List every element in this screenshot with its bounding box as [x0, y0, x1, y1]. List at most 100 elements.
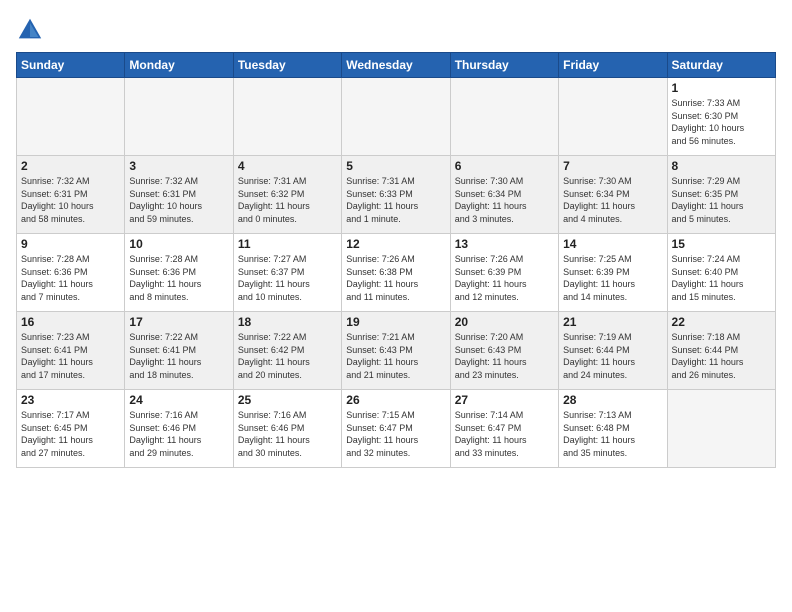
day-number: 3	[129, 159, 228, 173]
day-info: Sunrise: 7:16 AM Sunset: 6:46 PM Dayligh…	[129, 409, 228, 459]
calendar-cell: 26 Sunrise: 7:15 AM Sunset: 6:47 PM Dayli…	[342, 390, 450, 468]
calendar-week-row: 2 Sunrise: 7:32 AM Sunset: 6:31 PM Daylig…	[17, 156, 776, 234]
calendar-cell	[125, 78, 233, 156]
calendar-cell: 9 Sunrise: 7:28 AM Sunset: 6:36 PM Daylig…	[17, 234, 125, 312]
day-info: Sunrise: 7:21 AM Sunset: 6:43 PM Dayligh…	[346, 331, 445, 381]
day-info: Sunrise: 7:22 AM Sunset: 6:42 PM Dayligh…	[238, 331, 337, 381]
weekday-header: Friday	[559, 53, 667, 78]
calendar-cell: 18 Sunrise: 7:22 AM Sunset: 6:42 PM Dayli…	[233, 312, 341, 390]
day-info: Sunrise: 7:30 AM Sunset: 6:34 PM Dayligh…	[455, 175, 554, 225]
day-number: 18	[238, 315, 337, 329]
day-info: Sunrise: 7:23 AM Sunset: 6:41 PM Dayligh…	[21, 331, 120, 381]
calendar-cell: 2 Sunrise: 7:32 AM Sunset: 6:31 PM Daylig…	[17, 156, 125, 234]
calendar-cell: 15Sunrise: 7:24 AM Sunset: 6:40 PM Dayli…	[667, 234, 775, 312]
calendar-cell: 22 Sunrise: 7:18 AM Sunset: 6:44 PM Dayli…	[667, 312, 775, 390]
calendar-cell: 12 Sunrise: 7:26 AM Sunset: 6:38 PM Dayli…	[342, 234, 450, 312]
calendar-week-row: 1 Sunrise: 7:33 AM Sunset: 6:30 PM Daylig…	[17, 78, 776, 156]
day-number: 27	[455, 393, 554, 407]
day-info: Sunrise: 7:33 AM Sunset: 6:30 PM Dayligh…	[672, 97, 771, 147]
day-number: 6	[455, 159, 554, 173]
calendar-cell: 1 Sunrise: 7:33 AM Sunset: 6:30 PM Daylig…	[667, 78, 775, 156]
day-number: 12	[346, 237, 445, 251]
day-number: 8	[672, 159, 771, 173]
day-info: Sunrise: 7:15 AM Sunset: 6:47 PM Dayligh…	[346, 409, 445, 459]
calendar-cell	[17, 78, 125, 156]
calendar-cell: 5 Sunrise: 7:31 AM Sunset: 6:33 PM Daylig…	[342, 156, 450, 234]
day-info: Sunrise: 7:18 AM Sunset: 6:44 PM Dayligh…	[672, 331, 771, 381]
day-number: 14	[563, 237, 662, 251]
calendar-week-row: 16 Sunrise: 7:23 AM Sunset: 6:41 PM Dayli…	[17, 312, 776, 390]
day-number: 22	[672, 315, 771, 329]
day-info: Sunrise: 7:14 AM Sunset: 6:47 PM Dayligh…	[455, 409, 554, 459]
day-number: 4	[238, 159, 337, 173]
header	[16, 16, 776, 44]
day-number: 17	[129, 315, 228, 329]
day-info: Sunrise: 7:22 AM Sunset: 6:41 PM Dayligh…	[129, 331, 228, 381]
calendar-cell: 23 Sunrise: 7:17 AM Sunset: 6:45 PM Dayli…	[17, 390, 125, 468]
day-number: 10	[129, 237, 228, 251]
day-info: Sunrise: 7:17 AM Sunset: 6:45 PM Dayligh…	[21, 409, 120, 459]
calendar-cell	[559, 78, 667, 156]
calendar-cell: 8Sunrise: 7:29 AM Sunset: 6:35 PM Daylig…	[667, 156, 775, 234]
day-number: 13	[455, 237, 554, 251]
day-info: Sunrise: 7:30 AM Sunset: 6:34 PM Dayligh…	[563, 175, 662, 225]
day-info: Sunrise: 7:27 AM Sunset: 6:37 PM Dayligh…	[238, 253, 337, 303]
calendar-cell: 11 Sunrise: 7:27 AM Sunset: 6:37 PM Dayli…	[233, 234, 341, 312]
day-number: 19	[346, 315, 445, 329]
day-number: 23	[21, 393, 120, 407]
day-number: 24	[129, 393, 228, 407]
calendar-cell	[342, 78, 450, 156]
calendar-cell: 13 Sunrise: 7:26 AM Sunset: 6:39 PM Dayli…	[450, 234, 558, 312]
logo	[16, 16, 46, 44]
calendar-cell: 10 Sunrise: 7:28 AM Sunset: 6:36 PM Dayli…	[125, 234, 233, 312]
day-number: 1	[672, 81, 771, 95]
day-info: Sunrise: 7:16 AM Sunset: 6:46 PM Dayligh…	[238, 409, 337, 459]
calendar-cell: 3 Sunrise: 7:32 AM Sunset: 6:31 PM Daylig…	[125, 156, 233, 234]
calendar-cell: 7 Sunrise: 7:30 AM Sunset: 6:34 PM Daylig…	[559, 156, 667, 234]
calendar-cell: 6 Sunrise: 7:30 AM Sunset: 6:34 PM Daylig…	[450, 156, 558, 234]
calendar-week-row: 23 Sunrise: 7:17 AM Sunset: 6:45 PM Dayli…	[17, 390, 776, 468]
day-number: 5	[346, 159, 445, 173]
calendar-table: SundayMondayTuesdayWednesdayThursdayFrid…	[16, 52, 776, 468]
calendar-cell	[667, 390, 775, 468]
calendar-header-row: SundayMondayTuesdayWednesdayThursdayFrid…	[17, 53, 776, 78]
weekday-header: Saturday	[667, 53, 775, 78]
day-info: Sunrise: 7:25 AM Sunset: 6:39 PM Dayligh…	[563, 253, 662, 303]
day-info: Sunrise: 7:31 AM Sunset: 6:32 PM Dayligh…	[238, 175, 337, 225]
day-number: 26	[346, 393, 445, 407]
calendar-cell: 24 Sunrise: 7:16 AM Sunset: 6:46 PM Dayli…	[125, 390, 233, 468]
day-number: 21	[563, 315, 662, 329]
calendar-cell: 17 Sunrise: 7:22 AM Sunset: 6:41 PM Dayli…	[125, 312, 233, 390]
day-info: Sunrise: 7:26 AM Sunset: 6:38 PM Dayligh…	[346, 253, 445, 303]
day-info: Sunrise: 7:28 AM Sunset: 6:36 PM Dayligh…	[129, 253, 228, 303]
weekday-header: Wednesday	[342, 53, 450, 78]
day-number: 25	[238, 393, 337, 407]
calendar-cell: 28 Sunrise: 7:13 AM Sunset: 6:48 PM Dayli…	[559, 390, 667, 468]
day-info: Sunrise: 7:26 AM Sunset: 6:39 PM Dayligh…	[455, 253, 554, 303]
day-info: Sunrise: 7:20 AM Sunset: 6:43 PM Dayligh…	[455, 331, 554, 381]
calendar-cell	[233, 78, 341, 156]
logo-icon	[16, 16, 44, 44]
weekday-header: Tuesday	[233, 53, 341, 78]
day-info: Sunrise: 7:13 AM Sunset: 6:48 PM Dayligh…	[563, 409, 662, 459]
day-info: Sunrise: 7:32 AM Sunset: 6:31 PM Dayligh…	[129, 175, 228, 225]
calendar-cell: 14 Sunrise: 7:25 AM Sunset: 6:39 PM Dayli…	[559, 234, 667, 312]
day-number: 28	[563, 393, 662, 407]
page: SundayMondayTuesdayWednesdayThursdayFrid…	[0, 0, 792, 612]
weekday-header: Monday	[125, 53, 233, 78]
calendar-cell: 20 Sunrise: 7:20 AM Sunset: 6:43 PM Dayli…	[450, 312, 558, 390]
calendar-cell: 27 Sunrise: 7:14 AM Sunset: 6:47 PM Dayli…	[450, 390, 558, 468]
day-number: 9	[21, 237, 120, 251]
day-info: Sunrise: 7:28 AM Sunset: 6:36 PM Dayligh…	[21, 253, 120, 303]
day-info: Sunrise: 7:31 AM Sunset: 6:33 PM Dayligh…	[346, 175, 445, 225]
day-number: 16	[21, 315, 120, 329]
day-info: Sunrise: 7:32 AM Sunset: 6:31 PM Dayligh…	[21, 175, 120, 225]
day-number: 20	[455, 315, 554, 329]
day-number: 2	[21, 159, 120, 173]
calendar-cell	[450, 78, 558, 156]
calendar-cell: 25 Sunrise: 7:16 AM Sunset: 6:46 PM Dayli…	[233, 390, 341, 468]
day-number: 7	[563, 159, 662, 173]
calendar-cell: 19 Sunrise: 7:21 AM Sunset: 6:43 PM Dayli…	[342, 312, 450, 390]
calendar-cell: 16 Sunrise: 7:23 AM Sunset: 6:41 PM Dayli…	[17, 312, 125, 390]
day-number: 11	[238, 237, 337, 251]
